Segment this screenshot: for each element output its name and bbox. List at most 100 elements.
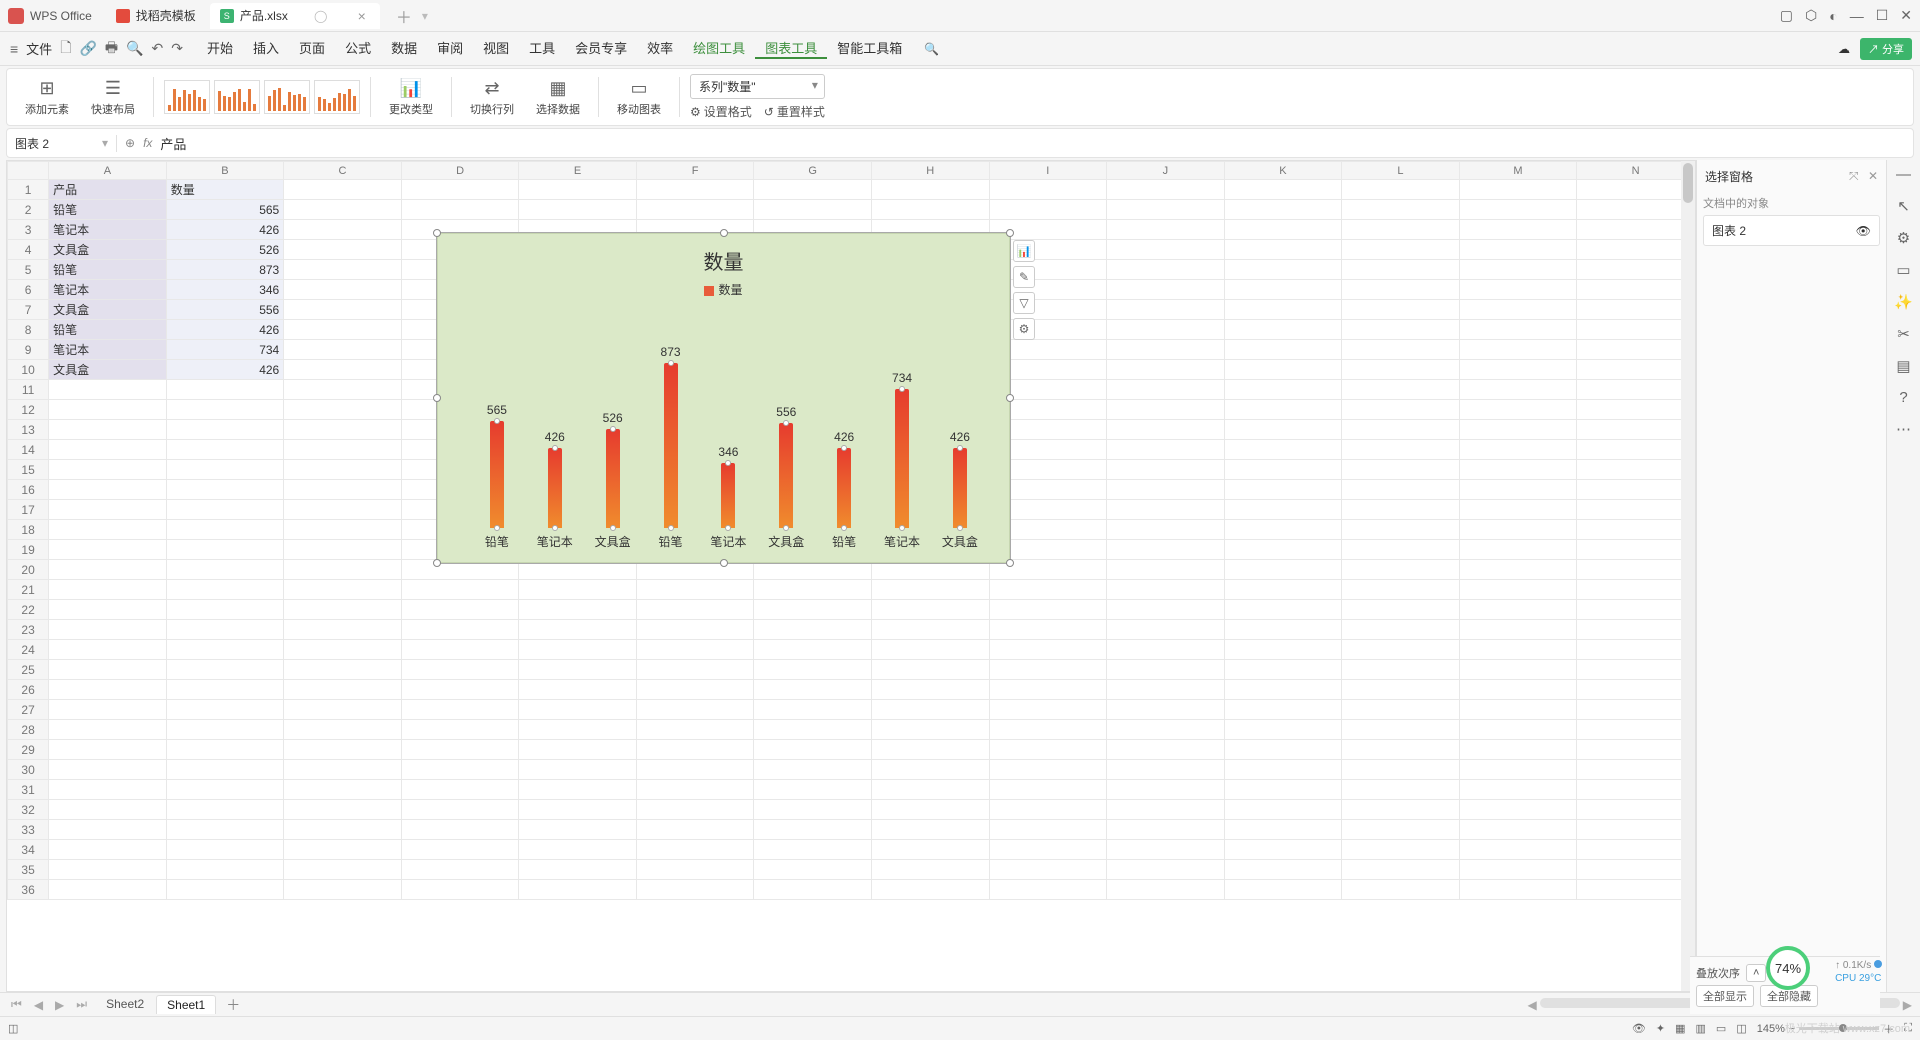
bring-forward-button[interactable]: ˄: [1746, 964, 1766, 982]
cell[interactable]: [754, 600, 872, 620]
cell[interactable]: [519, 680, 637, 700]
cell[interactable]: [49, 580, 167, 600]
cell[interactable]: [1342, 460, 1460, 480]
tab-dropdown-icon[interactable]: ◯: [314, 9, 327, 23]
cell[interactable]: [1459, 660, 1577, 680]
cell[interactable]: [284, 260, 402, 280]
avatar-icon[interactable]: ◐: [1829, 8, 1837, 24]
menu-智能工具箱[interactable]: 智能工具箱: [827, 38, 912, 59]
cell[interactable]: [754, 860, 872, 880]
cell[interactable]: [284, 720, 402, 740]
menu-开始[interactable]: 开始: [197, 38, 243, 59]
cell[interactable]: [1342, 500, 1460, 520]
open-icon[interactable]: 🗋: [58, 37, 73, 61]
cell[interactable]: [754, 800, 872, 820]
cell[interactable]: [989, 180, 1107, 200]
cell[interactable]: [284, 480, 402, 500]
select-tool-icon[interactable]: ↖: [1897, 197, 1910, 215]
cell[interactable]: [1342, 600, 1460, 620]
cell[interactable]: [1459, 880, 1577, 900]
chart-bar[interactable]: [779, 423, 793, 528]
cell[interactable]: [1459, 740, 1577, 760]
cell[interactable]: [401, 800, 519, 820]
cell[interactable]: 笔记本: [49, 220, 167, 240]
row-header[interactable]: 4: [8, 240, 49, 260]
visibility-icon[interactable]: 👁: [1856, 224, 1871, 238]
cell[interactable]: [1459, 420, 1577, 440]
cell[interactable]: 文具盒: [49, 300, 167, 320]
hscroll-left[interactable]: ◀: [1528, 998, 1537, 1012]
cell[interactable]: [1342, 740, 1460, 760]
cell[interactable]: [1459, 260, 1577, 280]
cell[interactable]: [1107, 880, 1225, 900]
cell[interactable]: [989, 800, 1107, 820]
formula-input[interactable]: [160, 136, 1905, 151]
cell[interactable]: [1577, 400, 1695, 420]
cell[interactable]: [49, 760, 167, 780]
cell[interactable]: [636, 820, 754, 840]
menu-图表工具[interactable]: 图表工具: [755, 38, 827, 59]
cell[interactable]: [1577, 860, 1695, 880]
col-header[interactable]: E: [519, 162, 637, 180]
cell[interactable]: [401, 740, 519, 760]
cell[interactable]: [989, 720, 1107, 740]
cell[interactable]: [401, 640, 519, 660]
cell[interactable]: [1224, 360, 1342, 380]
cell[interactable]: [871, 180, 989, 200]
cell[interactable]: [166, 840, 284, 860]
cell[interactable]: [284, 820, 402, 840]
cell[interactable]: [1459, 600, 1577, 620]
chart-bar[interactable]: [721, 463, 735, 528]
cell[interactable]: [519, 780, 637, 800]
cell[interactable]: [1224, 560, 1342, 580]
cell[interactable]: [989, 680, 1107, 700]
cell[interactable]: [1224, 400, 1342, 420]
cell[interactable]: [166, 600, 284, 620]
undo-icon[interactable]: ↶: [150, 40, 166, 57]
cell[interactable]: [754, 780, 872, 800]
cell[interactable]: [49, 660, 167, 680]
cell[interactable]: [1577, 800, 1695, 820]
cell[interactable]: [284, 180, 402, 200]
cell[interactable]: [1342, 860, 1460, 880]
series-selector[interactable]: 系列"数量": [690, 74, 825, 99]
cell[interactable]: [871, 780, 989, 800]
cell[interactable]: 产品: [49, 180, 167, 200]
col-header[interactable]: L: [1342, 162, 1460, 180]
cell[interactable]: [989, 700, 1107, 720]
cell[interactable]: [49, 780, 167, 800]
cell[interactable]: [1342, 620, 1460, 640]
cell[interactable]: [49, 720, 167, 740]
tab-template[interactable]: 找稻壳模板: [106, 3, 206, 29]
cell[interactable]: [1107, 720, 1225, 740]
cell[interactable]: [871, 820, 989, 840]
cell[interactable]: [754, 640, 872, 660]
cell[interactable]: [1107, 520, 1225, 540]
cell[interactable]: [401, 620, 519, 640]
cell[interactable]: [401, 780, 519, 800]
cell[interactable]: [989, 820, 1107, 840]
cell[interactable]: [1577, 580, 1695, 600]
cell[interactable]: [519, 760, 637, 780]
menu-icon[interactable]: ≡: [8, 41, 20, 57]
cell[interactable]: [871, 760, 989, 780]
cell[interactable]: [1577, 620, 1695, 640]
cell[interactable]: [519, 820, 637, 840]
cell[interactable]: 526: [166, 240, 284, 260]
close-button[interactable]: ✕: [1900, 7, 1912, 24]
cell[interactable]: [636, 660, 754, 680]
cell[interactable]: [284, 540, 402, 560]
cell[interactable]: [1107, 360, 1225, 380]
row-header[interactable]: 24: [8, 640, 49, 660]
cell[interactable]: [1107, 860, 1225, 880]
cell[interactable]: [166, 760, 284, 780]
cell[interactable]: [519, 720, 637, 740]
cell[interactable]: [49, 560, 167, 580]
cell[interactable]: [1459, 620, 1577, 640]
cell[interactable]: [519, 180, 637, 200]
cell[interactable]: [284, 440, 402, 460]
cell[interactable]: [1224, 440, 1342, 460]
row-header[interactable]: 12: [8, 400, 49, 420]
cell[interactable]: [1224, 260, 1342, 280]
col-header[interactable]: F: [636, 162, 754, 180]
